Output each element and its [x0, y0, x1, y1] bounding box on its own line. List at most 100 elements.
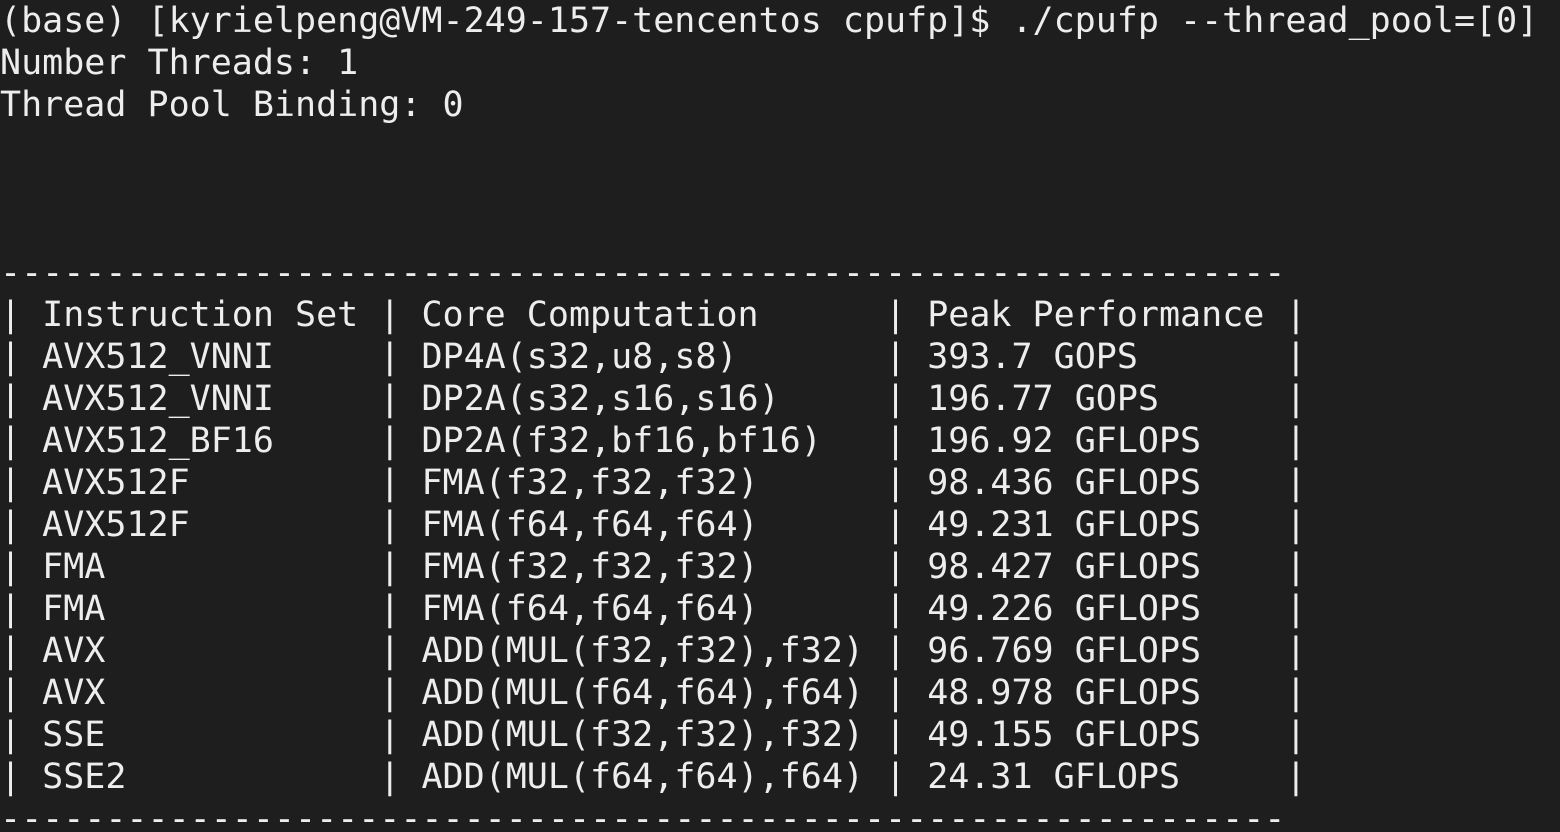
cell-peak-performance: 196.92 GFLOPS	[927, 421, 1265, 461]
table-border: |	[0, 715, 43, 755]
table-row: | FMA | FMA(f32,f32,f32) | 98.427 GFLOPS…	[0, 546, 1307, 588]
table-row: | AVX512F | FMA(f32,f32,f32) | 98.436 GF…	[0, 462, 1307, 504]
table-row: | AVX512_BF16 | DP2A(f32,bf16,bf16) | 19…	[0, 420, 1307, 462]
table-border: |	[863, 673, 928, 713]
cell-peak-performance: 49.155 GFLOPS	[927, 715, 1265, 755]
table-border: |	[0, 421, 43, 461]
cell-instruction-set: AVX512F	[42, 463, 359, 503]
cell-peak-performance: 48.978 GFLOPS	[927, 673, 1265, 713]
table-border: |	[863, 379, 928, 419]
table-border: |	[0, 673, 43, 713]
cell-core-computation: FMA(f32,f32,f32)	[421, 463, 864, 503]
table-border: |	[0, 589, 43, 629]
table-border: |	[863, 547, 928, 587]
cell-peak-performance: 196.77 GOPS	[927, 379, 1265, 419]
table-border: |	[863, 295, 928, 335]
cell-core-computation: ADD(MUL(f64,f64),f64)	[421, 757, 864, 797]
cell-peak-performance: 96.769 GFLOPS	[927, 631, 1265, 671]
table-border: |	[358, 631, 422, 671]
table-border: |	[0, 463, 43, 503]
cell-peak-performance: 24.31 GFLOPS	[927, 757, 1265, 797]
cell-peak-performance: 393.7 GOPS	[927, 337, 1265, 377]
table-row: | AVX | ADD(MUL(f32,f32),f32) | 96.769 G…	[0, 630, 1307, 672]
table-border: |	[863, 505, 928, 545]
table-border: |	[863, 757, 928, 797]
cell-instruction-set: AVX512F	[42, 505, 359, 545]
table-separator-bottom: ----------------------------------------…	[0, 799, 1286, 832]
cell-peak-performance: 49.231 GFLOPS	[927, 505, 1265, 545]
shell-prompt: (base) [kyrielpeng@VM-249-157-tencentos …	[0, 1, 1012, 41]
cell-instruction-set: SSE	[42, 715, 359, 755]
table-separator-top: ----------------------------------------…	[0, 253, 1286, 293]
cell-core-computation: DP4A(s32,u8,s8)	[421, 337, 864, 377]
table-border: |	[358, 715, 422, 755]
cell-instruction-set: AVX512_BF16	[42, 421, 359, 461]
table-border: |	[0, 547, 43, 587]
table-border: |	[358, 337, 422, 377]
table-border: |	[358, 379, 422, 419]
table-row: | SSE2 | ADD(MUL(f64,f64),f64) | 24.31 G…	[0, 756, 1307, 798]
cell-instruction-set: AVX512_VNNI	[42, 379, 359, 419]
table-border: |	[1264, 337, 1307, 377]
table-border: |	[0, 631, 43, 671]
table-border: |	[863, 589, 928, 629]
cell-instruction-set: SSE2	[42, 757, 359, 797]
cell-instruction-set: AVX	[42, 631, 359, 671]
table-border: |	[0, 295, 43, 335]
table-border: |	[1264, 295, 1307, 335]
table-row: | AVX | ADD(MUL(f64,f64),f64) | 48.978 G…	[0, 672, 1307, 714]
command-text: ./cpufp --thread_pool=[0]	[1011, 1, 1539, 41]
table-row: | AVX512_VNNI | DP4A(s32,u8,s8) | 393.7 …	[0, 336, 1307, 378]
cell-instruction-set: AVX512_VNNI	[42, 337, 359, 377]
table-border: |	[1264, 757, 1307, 797]
cell-core-computation: DP2A(f32,bf16,bf16)	[421, 421, 864, 461]
cell-core-computation: FMA(f64,f64,f64)	[421, 505, 864, 545]
table-row: | AVX512_VNNI | DP2A(s32,s16,s16) | 196.…	[0, 378, 1307, 420]
table-border: |	[1264, 505, 1307, 545]
cell-instruction-set: FMA	[42, 589, 359, 629]
table-border: |	[1264, 631, 1307, 671]
table-border: |	[863, 463, 928, 503]
table-border: |	[1264, 589, 1307, 629]
table-border: |	[1264, 379, 1307, 419]
table-border: |	[863, 631, 928, 671]
table-border: |	[1264, 421, 1307, 461]
cell-core-computation: Core Computation	[421, 295, 864, 335]
cell-core-computation: ADD(MUL(f64,f64),f64)	[421, 673, 864, 713]
cell-core-computation: FMA(f32,f32,f32)	[421, 547, 864, 587]
table-border: |	[863, 337, 928, 377]
output-line-threads: Number Threads: 1	[0, 43, 359, 83]
table-border: |	[1264, 673, 1307, 713]
table-border: |	[863, 421, 928, 461]
table-border: |	[358, 547, 422, 587]
table-border: |	[358, 421, 422, 461]
cell-peak-performance: Peak Performance	[927, 295, 1265, 335]
table-border: |	[863, 715, 928, 755]
cell-instruction-set: Instruction Set	[42, 295, 359, 335]
cell-peak-performance: 49.226 GFLOPS	[927, 589, 1265, 629]
cell-core-computation: ADD(MUL(f32,f32),f32)	[421, 715, 864, 755]
table-border: |	[1264, 715, 1307, 755]
output-line-binding: Thread Pool Binding: 0	[0, 85, 464, 125]
cell-peak-performance: 98.427 GFLOPS	[927, 547, 1265, 587]
table-header-row: | Instruction Set | Core Computation | P…	[0, 294, 1307, 336]
cell-core-computation: FMA(f64,f64,f64)	[421, 589, 864, 629]
table-border: |	[0, 379, 43, 419]
table-border: |	[0, 757, 43, 797]
cell-instruction-set: FMA	[42, 547, 359, 587]
cell-core-computation: ADD(MUL(f32,f32),f32)	[421, 631, 864, 671]
cell-peak-performance: 98.436 GFLOPS	[927, 463, 1265, 503]
cell-instruction-set: AVX	[42, 673, 359, 713]
table-border: |	[358, 463, 422, 503]
table-border: |	[358, 589, 422, 629]
table-border: |	[1264, 463, 1307, 503]
table-row: | FMA | FMA(f64,f64,f64) | 49.226 GFLOPS…	[0, 588, 1307, 630]
table-border: |	[1264, 547, 1307, 587]
table-border: |	[0, 505, 43, 545]
cell-core-computation: DP2A(s32,s16,s16)	[421, 379, 864, 419]
terminal-window[interactable]: (base) [kyrielpeng@VM-249-157-tencentos …	[0, 0, 1560, 832]
table-row: | AVX512F | FMA(f64,f64,f64) | 49.231 GF…	[0, 504, 1307, 546]
table-border: |	[358, 505, 422, 545]
table-row: | SSE | ADD(MUL(f32,f32),f32) | 49.155 G…	[0, 714, 1307, 756]
table-border: |	[358, 757, 422, 797]
